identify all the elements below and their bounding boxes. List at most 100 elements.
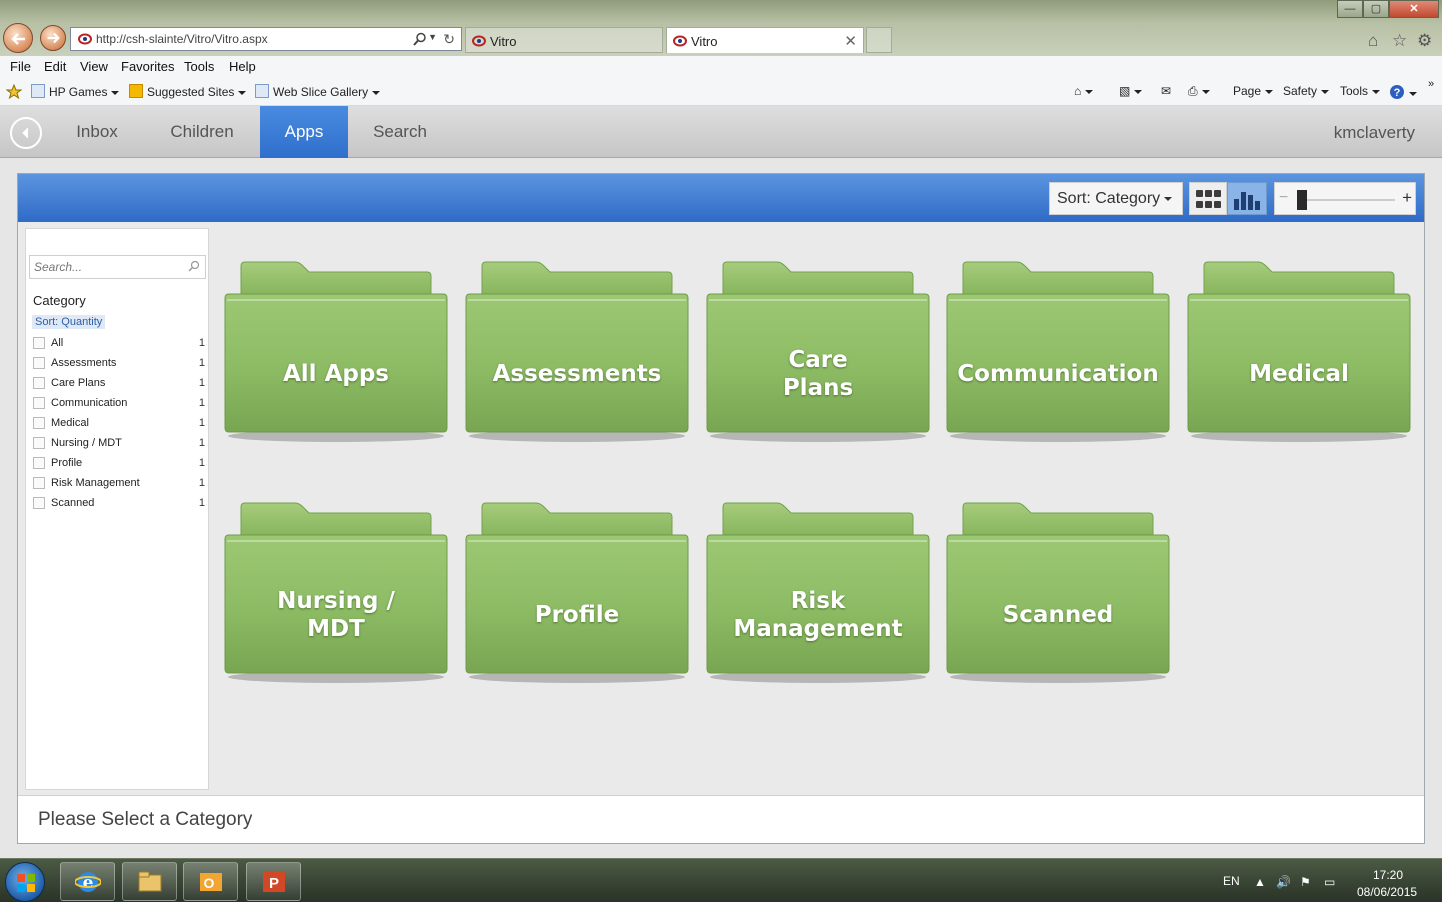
category-checkbox[interactable] [33,377,45,389]
category-checkbox[interactable] [33,477,45,489]
category-row[interactable]: Nursing / MDT 1 [33,436,205,454]
search-icon[interactable] [188,260,200,272]
category-checkbox[interactable] [33,417,45,429]
show-hidden-icons-icon[interactable]: ▲ [1254,875,1266,889]
zoom-in-button[interactable]: + [1402,188,1412,208]
browser-tab-active[interactable]: Vitro ✕ [666,27,864,53]
favorites-star-icon[interactable]: ☆ [1392,31,1407,51]
gear-icon[interactable]: ⚙ [1417,31,1432,51]
category-folder[interactable]: Nursing / MDT [223,501,449,685]
grid-view-button[interactable] [1189,182,1227,215]
sort-quantity-link[interactable]: Sort: Quantity [32,315,106,329]
category-folder[interactable]: Risk Management [705,501,931,685]
tools-menu[interactable]: Tools [1340,84,1381,98]
page-menu[interactable]: Page [1233,84,1274,98]
menu-edit[interactable]: Edit [44,59,66,74]
category-row[interactable]: Risk Management 1 [33,476,205,494]
category-row[interactable]: Assessments 1 [33,356,205,374]
clock-date[interactable]: 08/06/2015 [1357,885,1417,899]
favorites-star-icon[interactable] [5,83,23,103]
nav-apps[interactable]: Apps [260,106,348,158]
category-row[interactable]: Communication 1 [33,396,205,414]
zoom-slider[interactable]: − + [1274,182,1416,215]
menu-favorites[interactable]: Favorites [121,59,174,74]
rss-icon[interactable]: ▧ [1119,84,1143,98]
username[interactable]: kmclaverty [1334,123,1415,143]
quantity-view-button[interactable] [1227,182,1267,215]
category-folder[interactable]: Profile [464,501,690,685]
address-bar[interactable]: http://csh-slainte/Vitro/Vitro.aspx ▼ ↻ [70,27,462,51]
taskbar-powerpoint[interactable]: P [246,862,301,901]
zoom-out-button[interactable]: − [1279,189,1288,207]
maximize-button[interactable]: ▢ [1363,0,1389,18]
app-back-button[interactable] [10,117,42,149]
category-checkbox[interactable] [33,437,45,449]
tab-label: Vitro [691,34,718,49]
language-indicator[interactable]: EN [1223,874,1240,888]
menu-file[interactable]: File [10,59,31,74]
category-folder[interactable]: Assessments [464,260,690,444]
taskbar-outlook[interactable]: O [183,862,238,901]
refresh-icon[interactable]: ↻ [443,31,455,48]
category-checkbox[interactable] [33,397,45,409]
home-toolbar-icon[interactable]: ⌂ [1074,84,1094,98]
volume-icon[interactable]: 🔊 [1276,875,1291,889]
help-icon[interactable]: ? [1389,84,1417,100]
nav-inbox[interactable]: Inbox [60,106,134,158]
menu-tools[interactable]: Tools [184,59,214,74]
nav-search[interactable]: Search [362,106,438,158]
category-folder[interactable]: Medical [1186,260,1412,444]
action-center-flag-icon[interactable]: ⚑ [1300,875,1311,889]
category-row[interactable]: All 1 [33,336,205,354]
category-count: 1 [198,337,205,349]
category-checkbox[interactable] [33,497,45,509]
menu-view[interactable]: View [80,59,108,74]
category-search-input[interactable]: Search... [29,255,206,279]
vitro-eye-icon [472,35,486,47]
category-folder[interactable]: Care Plans [705,260,931,444]
fav-web-slice-gallery[interactable]: Web Slice Gallery [255,84,381,99]
sort-dropdown[interactable]: Sort: Category [1049,182,1183,215]
safety-menu[interactable]: Safety [1283,84,1330,98]
browser-back-button[interactable] [3,23,33,53]
taskbar-explorer[interactable] [122,862,177,901]
start-button[interactable] [5,862,45,902]
category-checkbox[interactable] [33,337,45,349]
close-tab-icon[interactable]: ✕ [844,32,857,50]
category-checkbox[interactable] [33,457,45,469]
menu-help[interactable]: Help [229,59,256,74]
home-icon[interactable]: ⌂ [1368,31,1378,51]
folder-label: Assessments [464,360,690,388]
category-checkbox[interactable] [33,357,45,369]
print-icon[interactable]: ⎙ [1188,84,1210,99]
close-window-button[interactable]: ✕ [1389,0,1439,18]
category-row[interactable]: Profile 1 [33,456,205,474]
clock-time[interactable]: 17:20 [1373,868,1403,882]
category-row[interactable]: Medical 1 [33,416,205,434]
overflow-chevron-icon[interactable]: » [1428,78,1434,90]
fav-hp-games[interactable]: HP Games [31,84,120,99]
browser-forward-button[interactable] [40,25,66,51]
nav-children[interactable]: Children [160,106,244,158]
category-folder[interactable]: Communication [945,260,1171,444]
folder-label: Care Plans [705,346,931,402]
category-folder[interactable]: All Apps [223,260,449,444]
network-icon[interactable]: ▭ [1324,875,1335,889]
browser-tab[interactable]: Vitro [465,27,663,53]
fav-suggested-sites-label: Suggested Sites [147,85,235,99]
minimize-button[interactable]: — [1337,0,1363,18]
folder-icon [946,502,1170,683]
fav-suggested-sites[interactable]: Suggested Sites [129,84,247,99]
category-row[interactable]: Scanned 1 [33,496,205,514]
zoom-thumb[interactable] [1297,190,1307,210]
browser-titlebar: http://csh-slainte/Vitro/Vitro.aspx ▼ ↻ … [0,0,1442,56]
search-icon[interactable] [413,32,427,46]
address-dropdown-icon[interactable]: ▼ [428,32,437,42]
new-tab-button[interactable] [866,27,892,53]
zoom-track[interactable] [1297,199,1395,201]
category-row[interactable]: Care Plans 1 [33,376,205,394]
category-folder[interactable]: Scanned [945,501,1171,685]
powerpoint-icon: P [263,872,285,892]
mail-icon[interactable]: ✉ [1161,84,1171,98]
taskbar-ie[interactable]: e [60,862,115,901]
